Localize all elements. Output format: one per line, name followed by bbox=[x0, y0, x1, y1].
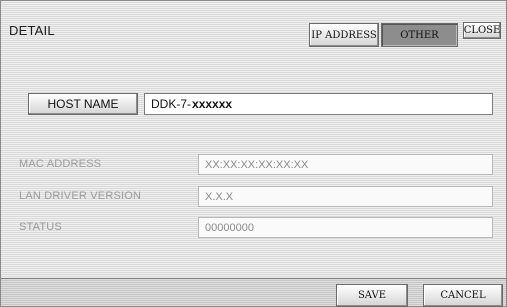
detail-screen: DETAIL IP ADDRESS OTHER CLOSE HOST NAME … bbox=[0, 0, 507, 307]
host-name-value: xxxxxx bbox=[192, 97, 233, 111]
status-value: 00000000 bbox=[198, 217, 493, 238]
cancel-button[interactable]: CANCEL bbox=[423, 284, 503, 307]
lan-driver-version-label: LAN DRIVER VERSION bbox=[19, 190, 142, 202]
tab-other[interactable]: OTHER bbox=[381, 23, 458, 47]
status-label: STATUS bbox=[19, 221, 62, 233]
host-name-field[interactable]: DDK-7- xxxxxx bbox=[144, 93, 493, 115]
mac-address-label: MAC ADDRESS bbox=[19, 158, 102, 170]
page-title: DETAIL bbox=[9, 23, 55, 38]
tab-ip-address[interactable]: IP ADDRESS bbox=[309, 23, 379, 47]
close-button[interactable]: CLOSE bbox=[463, 22, 501, 39]
lan-driver-version-value: X.X.X bbox=[198, 186, 493, 207]
host-name-button[interactable]: HOST NAME bbox=[28, 93, 138, 115]
host-name-prefix: DDK-7- bbox=[151, 97, 192, 111]
save-button[interactable]: SAVE bbox=[336, 284, 408, 307]
mac-address-value: XX:XX:XX:XX:XX:XX bbox=[198, 154, 493, 175]
